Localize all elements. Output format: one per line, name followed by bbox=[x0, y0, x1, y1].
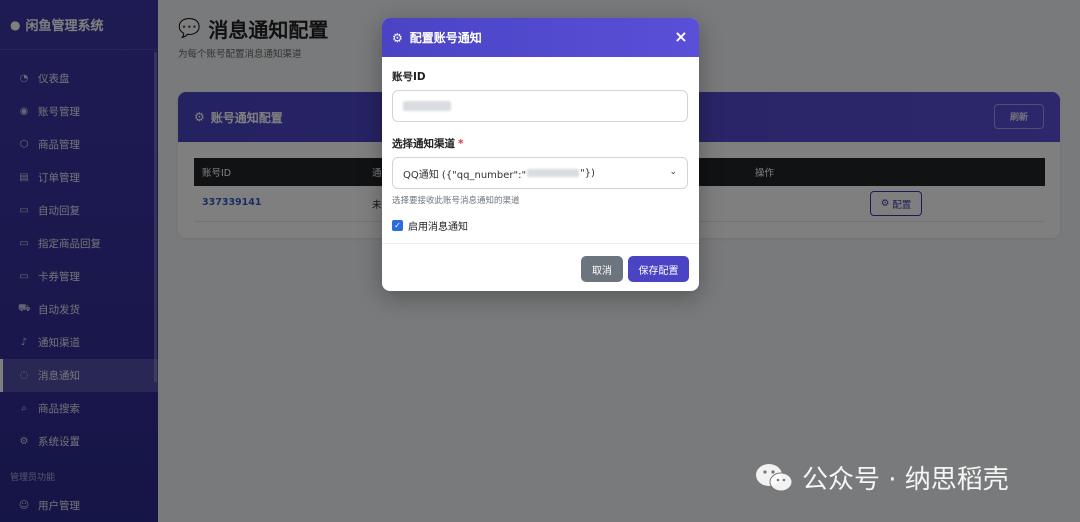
redacted-value bbox=[403, 101, 451, 111]
watermark-text: 公众号 · 纳思稻壳 bbox=[802, 465, 1009, 495]
watermark: 公众号 · 纳思稻壳 bbox=[754, 459, 1009, 496]
save-label: 保存配置 bbox=[638, 265, 679, 277]
cancel-button[interactable]: 取消 bbox=[581, 256, 623, 282]
checkbox-checked-icon[interactable]: ✓ bbox=[392, 220, 403, 231]
account-id-field[interactable] bbox=[392, 90, 688, 122]
save-button[interactable]: 保存配置 bbox=[628, 256, 689, 282]
channel-label: 选择通知渠道 * bbox=[392, 136, 689, 151]
enable-notification-checkbox[interactable]: ✓ 启用消息通知 bbox=[392, 218, 689, 233]
account-id-label: 账号ID bbox=[392, 71, 426, 83]
modal-header: ⚙ 配置账号通知 × bbox=[382, 18, 699, 57]
gear-icon: ⚙ bbox=[392, 30, 403, 45]
redacted-value bbox=[527, 169, 580, 177]
modal-title: 配置账号通知 bbox=[409, 31, 482, 45]
channel-select-prefix: QQ通知 ({"qq_number":" bbox=[403, 169, 527, 181]
config-modal: ⚙ 配置账号通知 × 账号ID 选择通知渠道 * QQ通知 ({"qq_numbe… bbox=[382, 18, 699, 291]
enable-notification-label: 启用消息通知 bbox=[408, 222, 468, 233]
channel-help-text: 选择要接收此账号消息通知的渠道 bbox=[392, 196, 520, 206]
modal-body: 账号ID 选择通知渠道 * QQ通知 ({"qq_number":" "}) ⌄ … bbox=[382, 57, 699, 233]
channel-label-text: 选择通知渠道 bbox=[392, 138, 455, 150]
channel-select-suffix: "}) bbox=[580, 167, 595, 179]
cancel-label: 取消 bbox=[592, 265, 612, 277]
required-mark: * bbox=[458, 138, 464, 150]
close-icon[interactable]: × bbox=[672, 28, 690, 46]
wechat-icon bbox=[756, 463, 793, 491]
channel-select[interactable]: QQ通知 ({"qq_number":" "}) ⌄ bbox=[392, 157, 688, 189]
chevron-down-icon: ⌄ bbox=[669, 167, 677, 177]
modal-footer: 取消 保存配置 bbox=[382, 243, 699, 291]
